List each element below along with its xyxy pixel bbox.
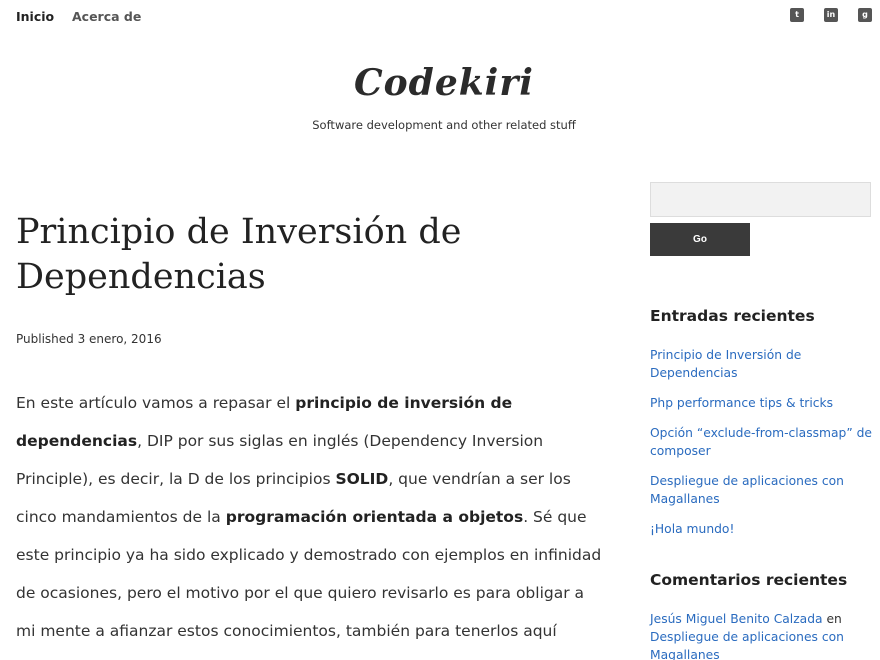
- recent-post-link[interactable]: Despliegue de aplicaciones con Magallane…: [650, 474, 844, 506]
- recent-post-link[interactable]: ¡Hola mundo!: [650, 522, 734, 536]
- recent-post-link[interactable]: Principio de Inversión de Dependencias: [650, 348, 801, 380]
- post-text-bold: programación orientada a objetos: [225, 508, 524, 526]
- list-item: Php performance tips & tricks: [650, 394, 876, 412]
- recent-post-link[interactable]: Opción “exclude-from-classmap” de compos…: [650, 426, 872, 458]
- post-published-date: Published 3 enero, 2016: [16, 332, 162, 346]
- twitter-icon[interactable]: t: [790, 8, 804, 22]
- comment-on-text: en: [822, 612, 842, 626]
- recent-posts-title: Entradas recientes: [650, 307, 815, 325]
- list-item: Opción “exclude-from-classmap” de compos…: [650, 424, 876, 460]
- github-icon[interactable]: g: [858, 8, 872, 22]
- top-navigation: Inicio Acerca de t in g: [0, 0, 880, 34]
- nav-link-acerca-de[interactable]: Acerca de: [72, 9, 141, 24]
- recent-post-link[interactable]: Php performance tips & tricks: [650, 396, 833, 410]
- search-input[interactable]: [650, 182, 871, 217]
- list-item: Despliegue de aplicaciones con Magallane…: [650, 472, 876, 508]
- post-title: Principio de Inversión de Dependencias: [16, 212, 462, 297]
- list-item: Principio de Inversión de Dependencias: [650, 346, 876, 382]
- post-text: En este artículo vamos a repasar el: [16, 394, 296, 412]
- comment-author-link[interactable]: Jesús Miguel Benito Calzada: [650, 612, 823, 626]
- linkedin-icon[interactable]: in: [824, 8, 838, 22]
- nav-link-inicio[interactable]: Inicio: [16, 9, 54, 24]
- post-text-bold: SOLID: [335, 470, 389, 488]
- recent-comments-title: Comentarios recientes: [650, 571, 848, 589]
- site-title[interactable]: Codekiri: [0, 62, 880, 104]
- recent-posts-list: Principio de Inversión de Dependencias P…: [650, 346, 876, 550]
- post-body: En este artículo vamos a repasar el prin…: [16, 384, 604, 660]
- comment-post-link[interactable]: Despliegue de aplicaciones con Magallane…: [650, 630, 844, 660]
- search-go-button[interactable]: Go: [650, 223, 750, 256]
- post-text: . Sé que este principio ya ha sido expli…: [16, 508, 602, 640]
- list-item: ¡Hola mundo!: [650, 520, 876, 538]
- site-tagline: Software development and other related s…: [312, 118, 576, 132]
- recent-comment: Jesús Miguel Benito Calzada en Despliegu…: [650, 610, 876, 660]
